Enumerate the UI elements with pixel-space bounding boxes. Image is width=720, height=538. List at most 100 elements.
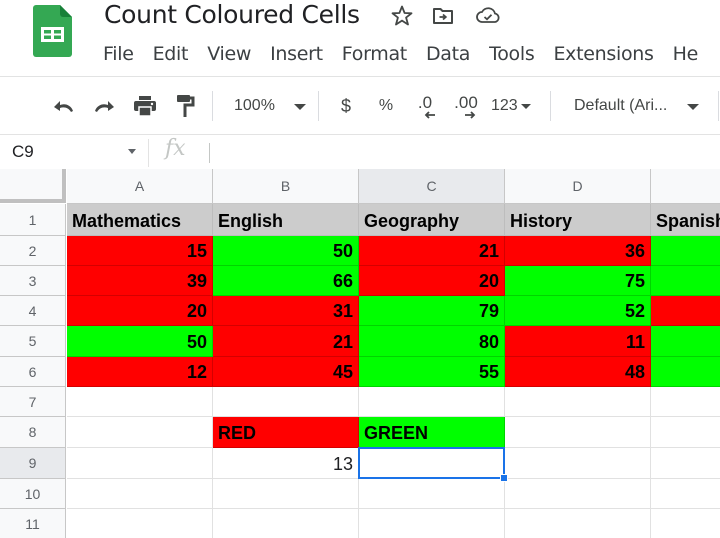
column-header[interactable]: D [505, 169, 651, 204]
score-cell[interactable] [651, 357, 720, 387]
score-cell[interactable] [651, 296, 720, 326]
score-cell[interactable]: 21 [359, 236, 505, 266]
header-cell[interactable]: Spanish [651, 204, 720, 236]
score-cell[interactable]: 31 [213, 296, 359, 326]
menu-data[interactable]: Data [426, 40, 470, 68]
row-header[interactable]: 2 [0, 236, 66, 266]
score-cell[interactable]: 80 [359, 326, 505, 357]
column-header[interactable]: A [67, 169, 213, 204]
cell[interactable] [67, 448, 213, 479]
cell[interactable] [505, 387, 651, 417]
zoom-select[interactable]: 100% [228, 92, 310, 120]
header-cell[interactable]: Mathematics [67, 204, 213, 236]
cell[interactable] [67, 417, 213, 448]
cell[interactable] [651, 479, 720, 509]
cell[interactable] [505, 479, 651, 509]
cell[interactable] [651, 509, 720, 538]
cloud-saved-icon[interactable] [475, 3, 501, 29]
menu-tools[interactable]: Tools [489, 40, 535, 68]
score-cell[interactable]: 12 [67, 357, 213, 387]
score-cell[interactable] [651, 236, 720, 266]
score-cell[interactable]: 39 [67, 266, 213, 296]
score-cell[interactable]: 48 [505, 357, 651, 387]
name-box[interactable]: C9 [0, 135, 148, 169]
score-cell[interactable]: 66 [213, 266, 359, 296]
red-label-cell[interactable]: RED [213, 417, 359, 448]
font-family-select[interactable]: Default (Ari... [566, 92, 706, 120]
row-header[interactable]: 5 [0, 326, 66, 357]
cell[interactable] [651, 417, 720, 448]
score-cell[interactable]: 20 [67, 296, 213, 326]
row-header[interactable]: 3 [0, 266, 66, 296]
score-cell[interactable]: 45 [213, 357, 359, 387]
score-cell[interactable]: 50 [67, 326, 213, 357]
score-cell[interactable]: 50 [213, 236, 359, 266]
header-cell[interactable]: History [505, 204, 651, 236]
undo-icon[interactable] [50, 92, 78, 120]
row-header[interactable]: 1 [0, 204, 66, 236]
cell[interactable] [213, 387, 359, 417]
star-icon[interactable] [389, 3, 415, 29]
cell[interactable] [67, 479, 213, 509]
cell[interactable] [67, 387, 213, 417]
menu-view[interactable]: View [207, 40, 251, 68]
select-all-corner[interactable] [0, 169, 66, 203]
cell[interactable] [505, 417, 651, 448]
score-cell[interactable]: 20 [359, 266, 505, 296]
score-cell[interactable]: 36 [505, 236, 651, 266]
row-header[interactable]: 10 [0, 479, 66, 509]
row-header[interactable]: 4 [0, 296, 66, 326]
column-header[interactable]: B [213, 169, 359, 204]
cell[interactable] [505, 448, 651, 479]
fill-handle[interactable] [500, 474, 508, 482]
menu-insert[interactable]: Insert [270, 40, 323, 68]
menu-help[interactable]: He [673, 40, 699, 68]
google-sheets-logo[interactable] [33, 5, 72, 57]
document-title[interactable]: Count Coloured Cells [104, 0, 360, 30]
cell[interactable] [651, 448, 720, 479]
number-format-select[interactable]: 123 [491, 92, 539, 120]
increase-decimal-button[interactable]: .00 [450, 92, 482, 120]
cell[interactable] [67, 509, 213, 538]
cell[interactable] [359, 387, 505, 417]
menu-file[interactable]: File [103, 40, 134, 68]
row-header[interactable]: 8 [0, 417, 66, 448]
currency-format-button[interactable]: $ [334, 92, 358, 120]
paint-format-icon[interactable] [172, 92, 198, 120]
formula-input[interactable] [214, 135, 720, 169]
score-cell[interactable] [651, 326, 720, 357]
cell[interactable] [359, 509, 505, 538]
green-label-cell[interactable]: GREEN [359, 417, 505, 448]
row-header[interactable]: 7 [0, 387, 66, 417]
cell[interactable] [213, 479, 359, 509]
move-to-folder-icon[interactable] [430, 3, 456, 29]
menu-extensions[interactable]: Extensions [553, 40, 653, 68]
score-cell[interactable]: 52 [505, 296, 651, 326]
cell[interactable] [213, 509, 359, 538]
chevron-down-icon[interactable] [128, 149, 136, 154]
row-header[interactable]: 11 [0, 509, 66, 538]
header-cell[interactable]: English [213, 204, 359, 236]
column-header[interactable]: C [359, 169, 505, 204]
menu-format[interactable]: Format [342, 40, 407, 68]
red-count-cell[interactable]: 13 [213, 448, 359, 479]
score-cell[interactable] [651, 266, 720, 296]
score-cell[interactable]: 15 [67, 236, 213, 266]
menu-edit[interactable]: Edit [153, 40, 189, 68]
decrease-decimal-button[interactable]: .0 [410, 92, 440, 120]
cell[interactable] [359, 479, 505, 509]
cell[interactable] [505, 509, 651, 538]
cell[interactable] [651, 387, 720, 417]
score-cell[interactable]: 11 [505, 326, 651, 357]
score-cell[interactable]: 55 [359, 357, 505, 387]
row-header[interactable]: 6 [0, 357, 66, 387]
score-cell[interactable]: 75 [505, 266, 651, 296]
percent-format-button[interactable]: % [374, 92, 398, 120]
print-icon[interactable] [130, 92, 160, 120]
score-cell[interactable]: 21 [213, 326, 359, 357]
header-cell[interactable]: Geography [359, 204, 505, 236]
row-header[interactable]: 9 [0, 448, 66, 479]
score-cell[interactable]: 79 [359, 296, 505, 326]
redo-icon[interactable] [90, 92, 118, 120]
green-count-cell[interactable] [359, 448, 505, 479]
